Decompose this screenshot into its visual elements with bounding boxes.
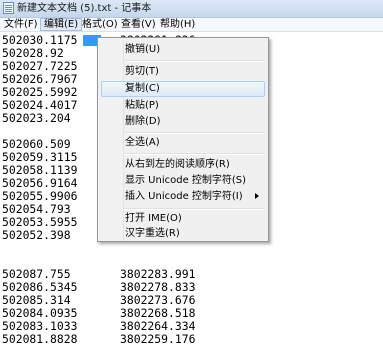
- text-line-col2: 3802268.518: [120, 306, 196, 320]
- context-menu-show-unicode[interactable]: 显示 Unicode 控制字符(S): [101, 173, 265, 189]
- context-menu-delete-label: 删除(D): [125, 116, 161, 127]
- context-menu-rtl-reading-label: 从右到左的阅读顺序(R): [125, 159, 230, 170]
- context-menu-cut-label: 剪切(T): [125, 66, 159, 77]
- context-menu-paste[interactable]: 粘贴(P): [101, 98, 265, 114]
- text-line-col1: 502053.5955: [2, 215, 78, 229]
- text-line-col1: 502083.1033: [2, 319, 78, 333]
- text-line-col1: 502052.398: [2, 228, 71, 242]
- text-line-col2: 3802259.176: [120, 332, 196, 346]
- context-menu-copy[interactable]: 复制(C): [101, 81, 265, 97]
- context-menu-open-ime-label: 打开 IME(O): [125, 213, 182, 224]
- text-line-col2: 3802283.991: [120, 267, 196, 281]
- context-menu-insert-unicode[interactable]: 插入 Unicode 控制字符(I): [101, 189, 265, 205]
- menu-view[interactable]: 查看(V): [118, 18, 159, 31]
- menu-edit[interactable]: 编辑(E): [40, 18, 83, 31]
- submenu-arrow-icon: [255, 193, 259, 199]
- context-menu-open-ime[interactable]: 打开 IME(O): [101, 211, 265, 227]
- context-menu-paste-label: 粘贴(P): [125, 100, 159, 111]
- text-line-col2: 3802273.676: [120, 293, 196, 307]
- menu-bar: 文件(F) 编辑(E) 格式(O) 查看(V) 帮助(H): [0, 18, 383, 32]
- window-title: 新建文本文档 (5).txt - 记事本: [17, 3, 152, 14]
- notepad-window: 新建文本文档 (5).txt - 记事本 文件(F) 编辑(E) 格式(O) 查…: [0, 0, 383, 363]
- context-menu-show-unicode-label: 显示 Unicode 控制字符(S): [125, 175, 247, 186]
- text-line-col2: 3802278.833: [120, 280, 196, 294]
- text-line-col1: 502026.7967: [2, 72, 78, 86]
- text-line-col1: 502081.8828: [2, 332, 78, 346]
- context-menu-reconversion[interactable]: 汉字重选(R): [101, 226, 265, 242]
- context-menu-separator: [124, 153, 264, 155]
- context-menu-copy-label: 复制(C): [125, 83, 160, 94]
- context-menu-delete[interactable]: 删除(D): [101, 114, 265, 130]
- text-line-col1: 502024.4017: [2, 98, 78, 112]
- text-line-col1: 502085.314: [2, 293, 71, 307]
- context-menu: 撤销(U) 剪切(T) 复制(C) 粘贴(P) 删除(D) 全选(A) 从右到左…: [97, 37, 269, 242]
- text-line-col1: 502027.7225: [2, 59, 78, 73]
- text-line-col2: 3802264.334: [120, 319, 196, 333]
- text-line-col1: 502025.5992: [2, 85, 78, 99]
- context-menu-separator: [124, 60, 264, 62]
- text-line-col1: 502030.1175: [2, 33, 78, 47]
- menu-file[interactable]: 文件(F): [1, 18, 41, 31]
- text-line-col1: 502084.0935: [2, 306, 78, 320]
- context-menu-cut[interactable]: 剪切(T): [101, 64, 265, 80]
- context-menu-reconversion-label: 汉字重选(R): [125, 228, 180, 239]
- text-line-col1: 502054.793: [2, 202, 71, 216]
- text-line-col1: 502055.9906: [2, 189, 78, 203]
- context-menu-undo-label: 撤销(U): [125, 44, 161, 55]
- context-menu-select-all[interactable]: 全选(A): [101, 135, 265, 151]
- context-menu-insert-unicode-label: 插入 Unicode 控制字符(I): [125, 191, 243, 202]
- text-line-col1: 502058.1139: [2, 163, 78, 177]
- context-menu-separator: [124, 132, 264, 134]
- text-line-col1: 502086.5345: [2, 280, 78, 294]
- text-line-col1: 502023.204: [2, 111, 71, 125]
- menu-help[interactable]: 帮助(H): [157, 18, 198, 31]
- text-line-col1: 502056.9164: [2, 176, 78, 190]
- text-line-col1: 502028.92: [2, 46, 64, 60]
- title-bar[interactable]: 新建文本文档 (5).txt - 记事本: [0, 0, 383, 18]
- text-line-col1: 502059.3115: [2, 150, 78, 164]
- text-line-col1: 502060.509: [2, 137, 71, 151]
- context-menu-rtl-reading[interactable]: 从右到左的阅读顺序(R): [101, 157, 265, 173]
- context-menu-separator: [124, 208, 264, 210]
- context-menu-select-all-label: 全选(A): [125, 137, 160, 148]
- text-line-col1: 502087.755: [2, 267, 71, 281]
- menu-format[interactable]: 格式(O): [79, 18, 121, 31]
- context-menu-undo[interactable]: 撤销(U): [101, 42, 265, 58]
- notepad-icon[interactable]: [3, 2, 14, 14]
